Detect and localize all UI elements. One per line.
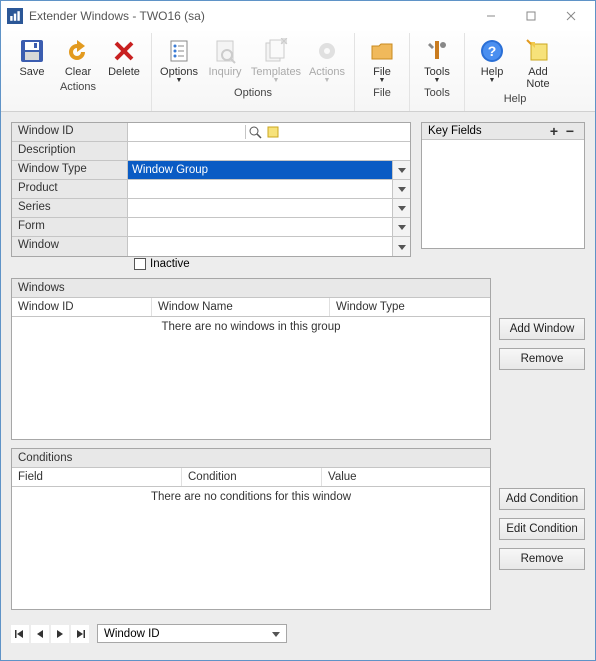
record-navigator: Window ID <box>11 618 585 643</box>
add-note-button[interactable]: Add Note <box>515 33 561 91</box>
window-value[interactable] <box>128 237 392 256</box>
note-icon <box>524 37 552 65</box>
group-label-actions: Actions <box>60 79 96 97</box>
col-window-id[interactable]: Window ID <box>12 298 152 316</box>
window-id-input[interactable] <box>128 125 246 139</box>
chevron-down-icon: ▼ <box>176 78 183 84</box>
window-type-dropdown[interactable] <box>392 161 410 179</box>
nav-last[interactable] <box>71 625 89 643</box>
window-title: Extender Windows - TWO16 (sa) <box>29 9 205 23</box>
nav-field-select[interactable]: Window ID <box>97 624 287 643</box>
key-fields-header: Key Fields <box>428 125 482 137</box>
save-icon <box>18 37 46 65</box>
description-input[interactable] <box>128 144 410 158</box>
inactive-checkbox[interactable] <box>134 258 146 270</box>
col-value[interactable]: Value <box>322 468 490 486</box>
product-value[interactable] <box>128 180 392 198</box>
col-field[interactable]: Field <box>12 468 182 486</box>
chevron-down-icon: ▼ <box>434 78 441 84</box>
gear-icon <box>313 37 341 65</box>
product-dropdown[interactable] <box>392 180 410 198</box>
folder-icon <box>368 37 396 65</box>
note-button[interactable] <box>264 123 282 141</box>
add-condition-button[interactable]: Add Condition <box>499 488 585 510</box>
minimize-button[interactable] <box>471 2 511 30</box>
group-label-help: Help <box>504 91 527 109</box>
maximize-button[interactable] <box>511 2 551 30</box>
label-window-type: Window Type <box>12 161 128 179</box>
key-fields-remove[interactable]: − <box>562 125 578 137</box>
remove-window-button[interactable]: Remove <box>499 348 585 370</box>
key-fields-list[interactable] <box>422 140 584 248</box>
tools-icon <box>423 37 451 65</box>
chevron-down-icon: ▼ <box>379 78 386 84</box>
label-product: Product <box>12 180 128 198</box>
series-dropdown[interactable] <box>392 199 410 217</box>
inactive-label: Inactive <box>150 258 190 270</box>
templates-icon <box>262 37 290 65</box>
conditions-panel-header: Conditions <box>12 449 490 468</box>
remove-condition-button[interactable]: Remove <box>499 548 585 570</box>
actions-button[interactable]: Actions ▼ <box>304 33 350 85</box>
file-button[interactable]: File ▼ <box>359 33 405 85</box>
ribbon: Save Clear Delete Actions Options ▼ <box>1 31 595 112</box>
save-button[interactable]: Save <box>9 33 55 79</box>
conditions-empty-text: There are no conditions for this window <box>12 487 490 507</box>
label-window: Window <box>12 237 128 256</box>
window-type-value[interactable]: Window Group <box>128 161 392 179</box>
label-series: Series <box>12 199 128 217</box>
col-condition[interactable]: Condition <box>182 468 322 486</box>
undo-icon <box>64 37 92 65</box>
options-button[interactable]: Options ▼ <box>156 33 202 85</box>
delete-button[interactable]: Delete <box>101 33 147 79</box>
add-window-button[interactable]: Add Window <box>499 318 585 340</box>
templates-button[interactable]: Templates ▼ <box>248 33 304 85</box>
group-label-file: File <box>373 85 391 103</box>
form-grid: Window ID Description Window Type <box>11 122 411 257</box>
col-window-type[interactable]: Window Type <box>330 298 490 316</box>
windows-list[interactable] <box>12 337 490 439</box>
windows-panel-header: Windows <box>12 279 490 298</box>
label-description: Description <box>12 142 128 160</box>
lookup-button[interactable] <box>246 123 264 141</box>
titlebar: Extender Windows - TWO16 (sa) <box>1 1 595 31</box>
series-value[interactable] <box>128 199 392 217</box>
group-label-tools: Tools <box>424 85 450 103</box>
conditions-list[interactable] <box>12 507 490 609</box>
nav-prev[interactable] <box>31 625 49 643</box>
label-window-id: Window ID <box>12 123 128 141</box>
chevron-down-icon: ▼ <box>489 78 496 84</box>
inquiry-button[interactable]: Inquiry <box>202 33 248 85</box>
nav-first[interactable] <box>11 625 29 643</box>
svg-text:?: ? <box>488 43 497 59</box>
window-dropdown[interactable] <box>392 237 410 256</box>
form-dropdown[interactable] <box>392 218 410 236</box>
form-value[interactable] <box>128 218 392 236</box>
windows-empty-text: There are no windows in this group <box>12 317 490 337</box>
tools-button[interactable]: Tools ▼ <box>414 33 460 85</box>
key-fields-panel: Key Fields + − <box>421 122 585 249</box>
chevron-down-icon: ▼ <box>273 78 280 84</box>
nav-next[interactable] <box>51 625 69 643</box>
help-button[interactable]: ? Help ▼ <box>469 33 515 91</box>
key-fields-add[interactable]: + <box>546 125 562 137</box>
label-form: Form <box>12 218 128 236</box>
col-window-name[interactable]: Window Name <box>152 298 330 316</box>
group-label-options: Options <box>234 85 272 103</box>
inquiry-icon <box>211 37 239 65</box>
clear-button[interactable]: Clear <box>55 33 101 79</box>
close-button[interactable] <box>551 2 591 30</box>
app-icon <box>7 8 23 24</box>
delete-icon <box>110 37 138 65</box>
chevron-down-icon: ▼ <box>324 78 331 84</box>
help-icon: ? <box>478 37 506 65</box>
options-icon <box>165 37 193 65</box>
edit-condition-button[interactable]: Edit Condition <box>499 518 585 540</box>
